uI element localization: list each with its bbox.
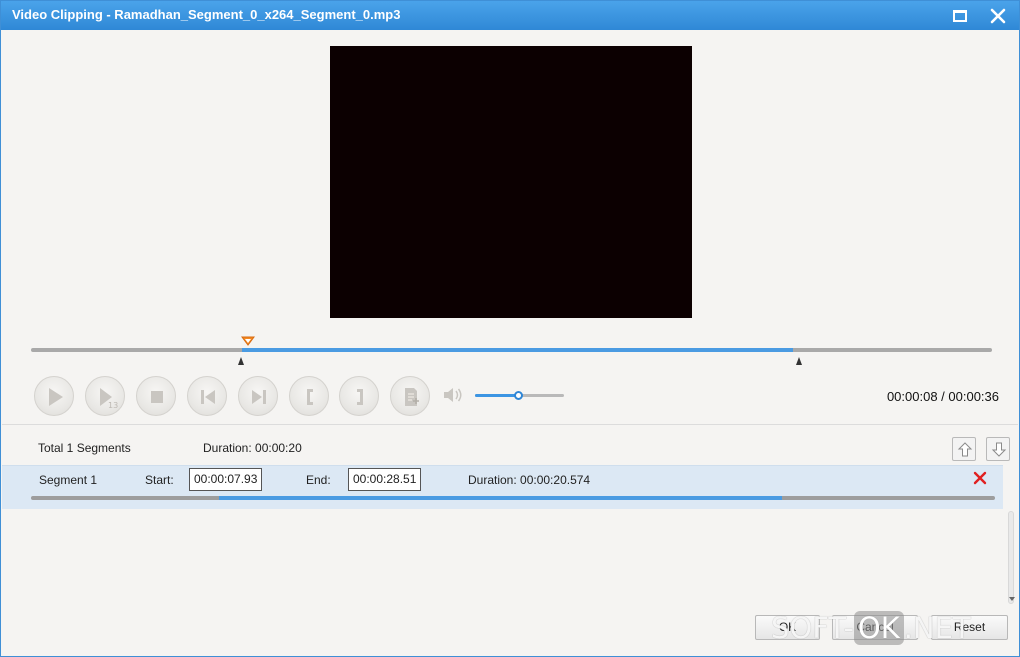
move-up-button[interactable] xyxy=(952,437,976,461)
watermark: SOFT- OK .NET xyxy=(771,611,971,651)
svg-text:13: 13 xyxy=(108,401,118,410)
start-marker[interactable] xyxy=(238,357,244,365)
maximize-icon xyxy=(953,10,967,22)
arrow-down-icon xyxy=(991,442,1007,457)
end-label: End: xyxy=(306,473,331,487)
volume-level xyxy=(475,394,520,397)
watermark-ok: OK xyxy=(853,611,904,645)
end-marker[interactable] xyxy=(796,357,802,365)
add-segment-button[interactable] xyxy=(390,376,430,416)
window-title: Video Clipping - Ramadhan_Segment_0_x264… xyxy=(12,7,401,22)
previous-button[interactable] xyxy=(187,376,227,416)
start-time-field[interactable]: 00:00:07.93 xyxy=(189,468,263,491)
title-bar[interactable]: Video Clipping - Ramadhan_Segment_0_x264… xyxy=(1,1,1019,30)
play-button[interactable] xyxy=(34,376,74,416)
stop-button[interactable] xyxy=(136,376,176,416)
bracket-left-icon xyxy=(307,389,313,405)
add-segment-icon xyxy=(405,388,419,406)
watermark-soft: SOFT- xyxy=(771,611,854,645)
scroll-down-icon[interactable] xyxy=(1009,597,1015,601)
skip-back-icon xyxy=(201,390,215,404)
volume-knob[interactable] xyxy=(514,391,523,400)
close-button[interactable] xyxy=(986,5,1010,27)
segment-selected-range xyxy=(218,496,782,500)
playhead-marker[interactable] xyxy=(241,336,255,346)
bracket-right-icon xyxy=(357,389,363,405)
delete-icon[interactable] xyxy=(973,471,987,485)
start-label: Start: xyxy=(145,473,174,487)
close-icon xyxy=(990,8,1006,24)
segment-count: Total 1 Segments xyxy=(38,441,131,455)
play-icon xyxy=(49,388,63,406)
timeline-selected-range xyxy=(242,348,794,352)
segment-name: Segment 1 xyxy=(39,473,98,487)
end-time-field[interactable]: 00:00:28.51 xyxy=(348,468,422,491)
segment-list-scrollbar[interactable] xyxy=(1005,511,1018,604)
skip-forward-icon xyxy=(252,390,266,404)
divider xyxy=(2,424,1018,425)
next-frame-button[interactable]: 13 xyxy=(85,376,125,416)
total-duration: Duration: 00:00:20 xyxy=(203,441,302,455)
segment-duration: Duration: 00:00:20.574 xyxy=(468,473,591,487)
watermark-net: .NET xyxy=(903,611,971,645)
stop-icon xyxy=(151,391,163,403)
volume-icon[interactable] xyxy=(442,386,464,404)
video-preview[interactable] xyxy=(330,46,692,318)
next-button[interactable] xyxy=(238,376,278,416)
time-readout: 00:00:08 / 00:00:36 xyxy=(886,389,999,404)
set-start-button[interactable] xyxy=(289,376,329,416)
scrollbar-thumb[interactable] xyxy=(1008,511,1014,604)
move-down-button[interactable] xyxy=(986,437,1010,461)
set-end-button[interactable] xyxy=(339,376,379,416)
arrow-up-icon xyxy=(957,442,973,457)
segment-row[interactable]: Segment 1 Start: 00:00:07.93 End: 00:00:… xyxy=(2,465,1003,509)
video-clipping-window: Video Clipping - Ramadhan_Segment_0_x264… xyxy=(0,0,1020,657)
segment-timeline[interactable] xyxy=(31,496,995,500)
maximize-button[interactable] xyxy=(948,5,972,27)
clip-timeline[interactable] xyxy=(31,348,992,352)
step-frame-icon: 13 xyxy=(100,388,118,410)
